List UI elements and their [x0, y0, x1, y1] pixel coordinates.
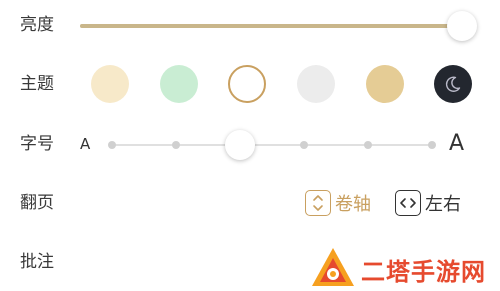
font-size-step-dot[interactable] [300, 141, 308, 149]
page-turn-horizontal-label: 左右 [425, 194, 461, 215]
font-size-slider[interactable] [108, 130, 436, 160]
theme-swatch-gold[interactable] [366, 65, 404, 103]
font-size-small-a: A [80, 135, 91, 153]
brightness-slider[interactable] [80, 11, 477, 41]
theme-swatch-night[interactable] [434, 65, 472, 103]
watermark-logo-icon [312, 248, 354, 286]
brightness-fill [80, 24, 462, 28]
font-size-step-dot[interactable] [364, 141, 372, 149]
font-size-step-dot[interactable] [108, 141, 116, 149]
page-turn-label: 翻页 [20, 193, 54, 213]
page-turn-horizontal-option[interactable]: 左右 [395, 188, 461, 218]
moon-icon [445, 76, 461, 92]
theme-swatch-mint[interactable] [160, 65, 198, 103]
annotation-label: 批注 [20, 252, 54, 272]
font-size-slider-thumb[interactable] [225, 130, 255, 160]
brightness-label: 亮度 [20, 15, 54, 35]
theme-swatch-gray[interactable] [297, 65, 335, 103]
vertical-scroll-icon [305, 190, 331, 216]
font-size-step-dot[interactable] [172, 141, 180, 149]
font-size-large-a: A [449, 131, 465, 156]
brightness-slider-thumb[interactable] [447, 11, 477, 41]
horizontal-swipe-icon [395, 190, 421, 216]
page-turn-scroll-option[interactable]: 卷轴 [305, 188, 371, 218]
theme-swatch-cream[interactable] [91, 65, 129, 103]
theme-swatch-white[interactable] [228, 65, 266, 103]
font-size-label: 字号 [20, 134, 54, 154]
theme-label: 主题 [20, 74, 54, 94]
font-size-step-dot[interactable] [428, 141, 436, 149]
page-turn-scroll-label: 卷轴 [335, 194, 371, 215]
watermark-text: 二塔手游网 [361, 258, 486, 286]
